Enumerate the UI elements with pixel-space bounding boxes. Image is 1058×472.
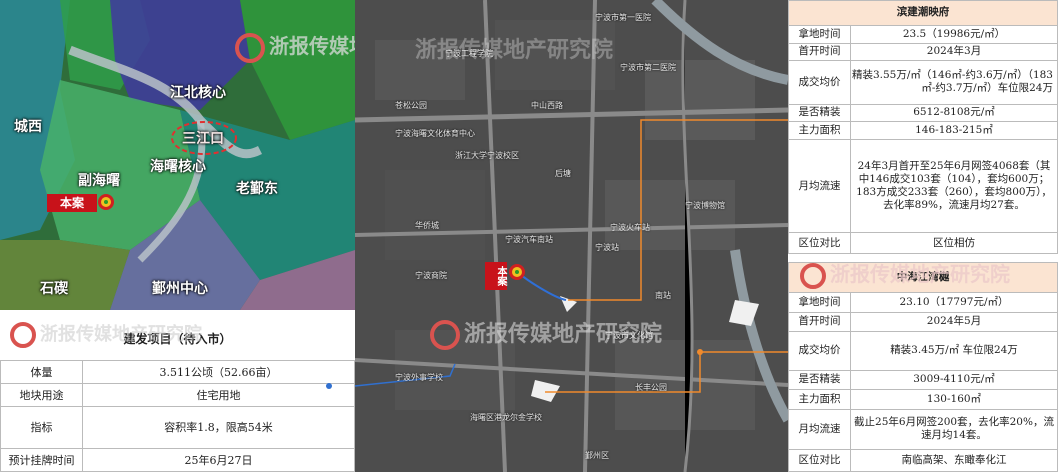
map-roads <box>355 0 788 472</box>
table-header-row: 滨建潮映府 <box>788 0 1058 26</box>
label-chengxi: 城西 <box>14 119 42 135</box>
map-label: 宁波博物馆 <box>685 201 725 210</box>
watermark: 浙报传媒地产研究院 <box>415 38 614 63</box>
table-row: 成交均价 精装3.55万/㎡（146㎡-约3.6万/㎡）（183㎡-约3.7万/㎡… <box>788 60 1058 105</box>
brand-logo-icon <box>430 320 460 350</box>
label-yinjiang: 老鄞东 <box>236 181 278 197</box>
row-value: 130-160㎡ <box>850 389 1058 410</box>
map-label: 宁波商院 <box>415 271 447 280</box>
row-key: 拿地时间 <box>788 24 851 44</box>
row-key: 区位对比 <box>788 449 851 472</box>
table-row: 成交均价 精装3.45万/㎡ 车位限24万 <box>788 330 1058 371</box>
row-value: 23.5（19986元/㎡） <box>850 24 1058 44</box>
row-key: 主力面积 <box>788 121 851 140</box>
map-label: 宁波站 <box>595 243 619 252</box>
table-row: 月均流速 截止25年6月网签200套，去化率20%，流速月均14套。 <box>788 408 1058 451</box>
comp-table-zhonghai: 中海江湾樾 拿地时间 23.10（17797元/㎡） 首开时间 2024年5月 成交… <box>788 261 1058 472</box>
row-value: 3009-4110元/㎡ <box>850 369 1058 391</box>
row-key: 首开时间 <box>788 311 851 332</box>
brand-logo-icon <box>235 32 265 63</box>
row-value: 南临高架、东瞰奉化江 <box>850 449 1058 472</box>
table-row: 地块用途 住宅用地 <box>0 382 355 407</box>
row-key: 月均流速 <box>788 138 851 234</box>
map-label: 宁波市第一医院 <box>595 13 651 22</box>
label-cihaiyao: 副海曙 <box>78 173 120 189</box>
row-key: 是否精装 <box>788 103 851 123</box>
table-row: 首开时间 2024年5月 <box>788 311 1058 332</box>
table-row: 区位对比 南临高架、东瞰奉化江 <box>788 449 1058 472</box>
row-value: 容积率1.8，限高54米 <box>82 405 355 449</box>
row-value: 25年6月27日 <box>82 447 355 472</box>
table-row: 拿地时间 23.5（19986元/㎡） <box>788 24 1058 44</box>
watermark: 浙报传媒地产研究院 <box>800 258 1010 289</box>
map-label: 宁波市第二医院 <box>620 63 676 72</box>
row-key: 成交均价 <box>788 60 851 105</box>
label-shibei: 石碶 <box>40 281 68 297</box>
project-marker-label: 本案 <box>47 194 97 212</box>
map-label: 海曙区港龙尔金学校 <box>470 413 542 422</box>
row-value: 24年3月首开至25年6月网签4068套（其中146成交103套（104），套均… <box>850 138 1058 234</box>
table-row: 首开时间 2024年3月 <box>788 42 1058 62</box>
map-label: 长丰公园 <box>635 383 667 392</box>
row-key: 月均流速 <box>788 408 851 451</box>
brand-logo-icon <box>10 322 36 348</box>
row-key: 预计挂牌时间 <box>0 447 83 472</box>
row-value: 2024年5月 <box>850 311 1058 332</box>
table-row: 区位对比 区位相仿 <box>788 232 1058 254</box>
watermark: 浙报传媒地产研究院 <box>10 320 202 348</box>
row-key: 指标 <box>0 405 83 449</box>
connector-dot <box>326 383 332 389</box>
table-row: 月均流速 24年3月首开至25年6月网签4068套（其中146成交103套（104… <box>788 138 1058 234</box>
table-row: 拿地时间 23.10（17797元/㎡） <box>788 292 1058 313</box>
label-jiangkou: 三江口 <box>182 131 224 147</box>
table-row: 是否精装 3009-4110元/㎡ <box>788 369 1058 391</box>
map-label: 鄞州区 <box>585 451 609 460</box>
map-label: 华侨城 <box>415 221 439 230</box>
watermark: 浙报传媒地产研究院 <box>235 30 355 63</box>
label-haishu: 海曙核心 <box>150 159 206 175</box>
map-label: 苍松公园 <box>395 101 427 110</box>
map-label: 浙江大学宁波校区 <box>455 151 519 160</box>
map-label: 宁波海曙文化体育中心 <box>395 129 475 138</box>
label-yinzhou: 鄞州中心 <box>152 281 208 297</box>
row-value: 2024年3月 <box>850 42 1058 62</box>
table-row: 主力面积 130-160㎡ <box>788 389 1058 410</box>
row-key: 区位对比 <box>788 232 851 254</box>
row-key: 体量 <box>0 359 83 384</box>
map-label: 宁波汽车南站 <box>505 235 553 244</box>
satellite-map: 宁波市第一医院 宁波工程学院 宁波市第二医院 中山西路 苍松公园 宁波海曙文化体… <box>355 0 788 472</box>
row-value: 截止25年6月网签200套，去化率20%，流速月均14套。 <box>850 408 1058 451</box>
row-value: 精装3.55万/㎡（146㎡-约3.6万/㎡）（183㎡-约3.7万/㎡）车位限… <box>850 60 1058 105</box>
row-value: 区位相仿 <box>850 232 1058 254</box>
row-key: 成交均价 <box>788 330 851 371</box>
table-row: 是否精装 6512-8108元/㎡ <box>788 103 1058 123</box>
table-row: 主力面积 146-183-215㎡ <box>788 121 1058 140</box>
row-value: 146-183-215㎡ <box>850 121 1058 140</box>
table-row: 体量 3.511公顷（52.66亩） <box>0 359 355 384</box>
row-value: 精装3.45万/㎡ 车位限24万 <box>850 330 1058 371</box>
comp-table-binjian: 滨建潮映府 拿地时间 23.5（19986元/㎡） 首开时间 2024年3月 成交均… <box>788 0 1058 254</box>
row-key: 是否精装 <box>788 369 851 391</box>
table-row: 预计挂牌时间 25年6月27日 <box>0 447 355 472</box>
row-value: 3.511公顷（52.66亩） <box>82 359 355 384</box>
row-value: 6512-8108元/㎡ <box>850 103 1058 123</box>
project-marker-label: 本案 <box>485 262 507 290</box>
map-label: 后塘 <box>555 169 571 178</box>
table-row: 指标 容积率1.8，限高54米 <box>0 405 355 449</box>
row-key: 主力面积 <box>788 389 851 410</box>
map-label: 宁波火车站 <box>610 223 650 232</box>
map-label: 南站 <box>655 291 671 300</box>
row-key: 首开时间 <box>788 42 851 62</box>
label-jiangbei: 江北核心 <box>170 85 226 101</box>
map-label: 中山西路 <box>531 101 563 110</box>
district-map: 城西 江北核心 三江口 海曙核心 老鄞东 副海曙 石碶 鄞州中心 本案 浙报传媒… <box>0 0 355 310</box>
row-value: 23.10（17797元/㎡） <box>850 292 1058 313</box>
watermark: 浙报传媒地产研究院 <box>430 316 662 350</box>
row-key: 地块用途 <box>0 382 83 407</box>
row-value: 住宅用地 <box>82 382 355 407</box>
comp-title: 滨建潮映府 <box>788 0 1058 26</box>
brand-logo-icon <box>800 262 826 289</box>
row-key: 拿地时间 <box>788 292 851 313</box>
map-label: 宁波外事学校 <box>395 373 443 382</box>
